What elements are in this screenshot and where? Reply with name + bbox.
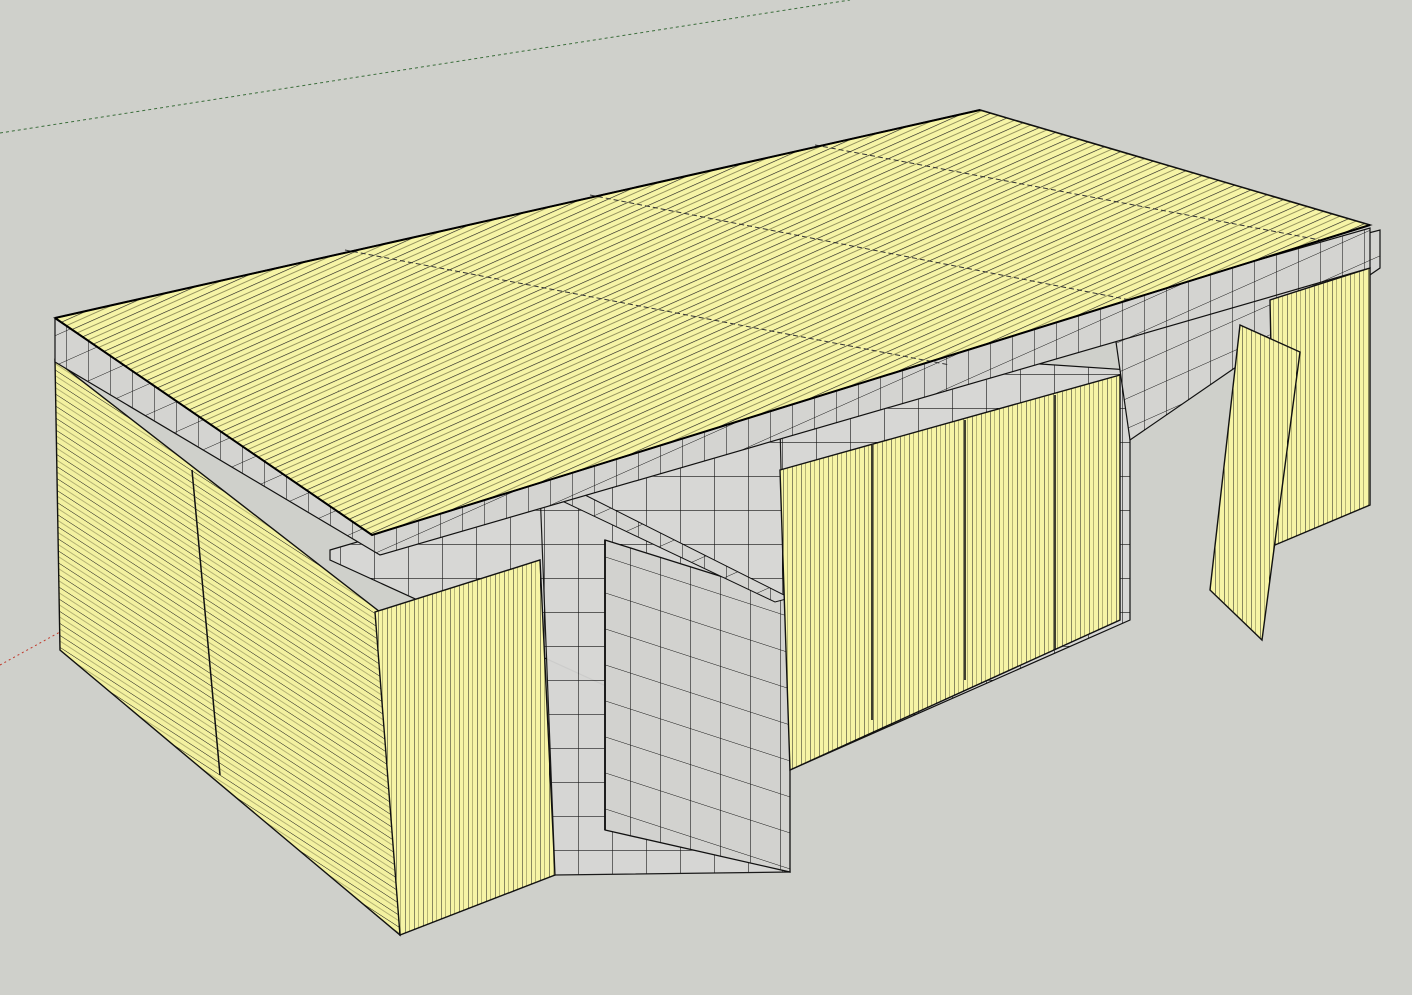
red-axis-line <box>0 631 61 666</box>
model-canvas[interactable] <box>0 0 1412 995</box>
front-wall-panel-left <box>374 559 556 936</box>
3d-viewport[interactable] <box>0 0 1412 995</box>
green-axis-line <box>0 0 851 134</box>
